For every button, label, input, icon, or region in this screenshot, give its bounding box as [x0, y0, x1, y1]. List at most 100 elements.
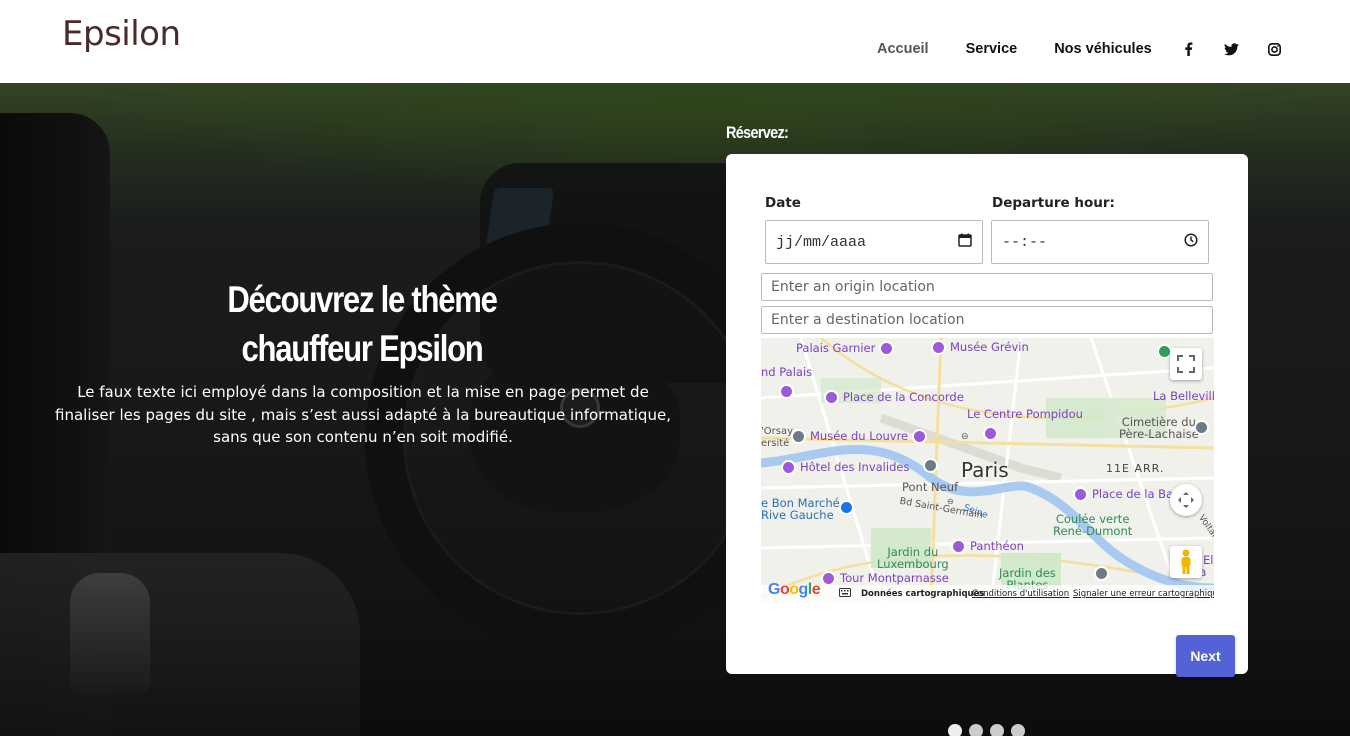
origin-location-input[interactable]: Enter an origin location — [761, 273, 1213, 301]
poi-pompidou[interactable]: Le Centre Pompidou — [967, 408, 1083, 420]
university-icon — [791, 429, 806, 444]
museum-icon — [911, 429, 927, 444]
poi-bon-marche-label2: Rive Gauche — [761, 508, 834, 522]
zoo-icon — [1094, 566, 1109, 581]
poi-belleville[interactable]: La Bellevillois — [1153, 390, 1214, 402]
poi-coulee-verte[interactable]: Coulée verte René-Dumont — [1053, 513, 1132, 537]
poi-invalides-label: Hôtel des Invalides — [800, 460, 910, 474]
hero-text-line1: Le faux texte ici employé dans la compos… — [77, 383, 649, 401]
poi-centre-marker[interactable] — [983, 426, 1002, 441]
poi-louvre-label: Musée du Louvre — [810, 429, 909, 443]
museum-icon — [983, 426, 998, 441]
pegman-icon — [1181, 549, 1191, 574]
theatre-icon — [878, 341, 894, 356]
date-input-value: jj/mm/aaaa — [776, 233, 867, 251]
street-view-pegman-button[interactable] — [1170, 546, 1202, 578]
poi-pantheon[interactable]: Panthéon — [951, 539, 1024, 554]
carousel-dot-4[interactable] — [1011, 724, 1025, 736]
nav-link-vehicles[interactable]: Nos véhicules — [1054, 41, 1152, 57]
site-logo[interactable]: Epsilon — [62, 14, 181, 54]
carousel-indicators — [948, 724, 1032, 736]
next-button[interactable]: Next — [1176, 635, 1235, 677]
poi-metro-marker[interactable]: ⊖ — [961, 431, 969, 443]
cemetery-icon — [1194, 420, 1209, 435]
poi-orsay-label1: 'Orsay — [761, 426, 793, 437]
carousel-dot-2[interactable] — [969, 724, 983, 736]
poi-luxembourg-label2: Luxembourg — [877, 557, 949, 571]
poi-cemetery-marker[interactable] — [1194, 420, 1213, 435]
poi-bastille-label: Place de la Ba — [1092, 487, 1174, 501]
hero-text-line3: sans que son contenu n’en soit modifié. — [213, 428, 513, 446]
map-footer: Données cartographiques Conditions d'uti… — [761, 585, 1214, 602]
poi-invalides[interactable]: Hôtel des Invalides — [781, 460, 909, 475]
facebook-icon[interactable] — [1180, 40, 1198, 58]
hero-title-line1: Découvrez le thème — [227, 279, 498, 320]
map-city-label: Paris — [961, 458, 1009, 482]
calendar-icon[interactable] — [958, 233, 972, 252]
keyboard-icon[interactable] — [839, 588, 851, 600]
poi-bon-marche[interactable]: e Bon Marché Rive Gauche — [761, 497, 840, 521]
poi-concorde[interactable]: Place de la Concorde — [824, 390, 964, 405]
poi-louvre[interactable]: Musée du Louvre — [791, 429, 931, 444]
hero-title-line2: chauffeur Epsilon — [241, 328, 483, 369]
poi-orsay-label2: ersité — [761, 438, 790, 449]
camera-icon — [821, 571, 836, 586]
poi-pont-neuf-label: Pont Neuf — [902, 480, 959, 494]
poi-pere-lachaise[interactable]: Cimetière du Père-Lachaise — [1119, 416, 1199, 440]
museum-icon — [931, 340, 946, 355]
poi-grand-palais[interactable]: nd Palais — [761, 366, 812, 378]
poi-grand-palais-label: nd Palais — [761, 365, 813, 379]
poi-musee-grevin[interactable]: Musée Grévin — [931, 340, 1029, 355]
fullscreen-button[interactable] — [1170, 348, 1202, 380]
nav-link-home[interactable]: Accueil — [877, 41, 929, 57]
poi-shopping-marker[interactable] — [839, 500, 858, 515]
clock-icon[interactable] — [1184, 232, 1198, 252]
poi-musee-grevin-label: Musée Grévin — [950, 340, 1029, 354]
instagram-icon[interactable] — [1266, 40, 1284, 58]
poi-bastille[interactable]: Place de la Ba — [1073, 487, 1173, 502]
building-icon — [923, 458, 938, 473]
destination-location-input[interactable]: Enter a destination location — [761, 306, 1213, 334]
poi-montparnasse[interactable]: Tour Montparnasse — [821, 571, 949, 586]
map-district-label: 11E ARR. — [1106, 462, 1165, 475]
museum-icon — [779, 384, 794, 399]
hero-text-line2: finaliser les pages du site , mais s’est… — [55, 405, 671, 424]
google-logo[interactable]: Google — [768, 581, 821, 599]
poi-orsay[interactable]: 'Orsay ersité — [761, 426, 793, 450]
camera-icon — [824, 390, 839, 405]
site-header: Epsilon Accueil Service Nos véhicules — [0, 0, 1350, 83]
departure-hour-value: --:-- — [1002, 233, 1048, 251]
date-label: Date — [765, 195, 801, 211]
shopping-bag-icon — [839, 500, 854, 515]
poi-palais-garnier-label: Palais Garnier — [796, 341, 876, 355]
poi-coulee-label2: René-Dumont — [1053, 524, 1133, 538]
poi-museum-marker[interactable] — [779, 384, 798, 399]
poi-pompidou-label: Le Centre Pompidou — [967, 407, 1083, 421]
map-terms-link[interactable]: Conditions d'utilisation — [972, 589, 1069, 599]
fullscreen-icon — [1177, 355, 1195, 373]
poi-concorde-label: Place de la Concorde — [843, 390, 964, 404]
departure-hour-input[interactable]: --:-- — [991, 220, 1209, 264]
map-report-error-link[interactable]: Signaler une erreur cartographique — [1073, 589, 1214, 599]
poi-zoo-marker[interactable] — [1094, 566, 1113, 581]
poi-pont-neuf[interactable]: Pont Neuf — [902, 481, 958, 493]
departure-hour-label: Departure hour: — [992, 195, 1115, 211]
poi-court-marker[interactable] — [923, 458, 942, 473]
map-data-text: Données cartographiques — [861, 589, 985, 599]
poi-belleville-label: La Bellevillois — [1153, 389, 1214, 403]
twitter-icon[interactable] — [1223, 40, 1241, 58]
map-camera-control[interactable] — [1170, 484, 1202, 516]
poi-palais-garnier[interactable]: Palais Garnier — [796, 341, 898, 356]
poi-pantheon-label: Panthéon — [970, 539, 1024, 553]
hero-section: Découvrez le thème chauffeur Epsilon Le … — [0, 83, 1350, 736]
poi-luxembourg[interactable]: Jardin du Luxembourg — [877, 546, 949, 570]
monument-icon — [781, 460, 796, 475]
nav-link-service[interactable]: Service — [966, 41, 1018, 57]
monument-icon — [951, 539, 966, 554]
route-map[interactable]: Palais Garnier Musée Grévin nd Palais Pl… — [761, 338, 1214, 602]
date-input[interactable]: jj/mm/aaaa — [765, 220, 983, 264]
poi-pere-label2: Père-Lachaise — [1119, 427, 1199, 441]
carousel-dot-1[interactable] — [948, 724, 962, 736]
carousel-dot-3[interactable] — [990, 724, 1004, 736]
move-arrows-icon — [1178, 492, 1194, 508]
